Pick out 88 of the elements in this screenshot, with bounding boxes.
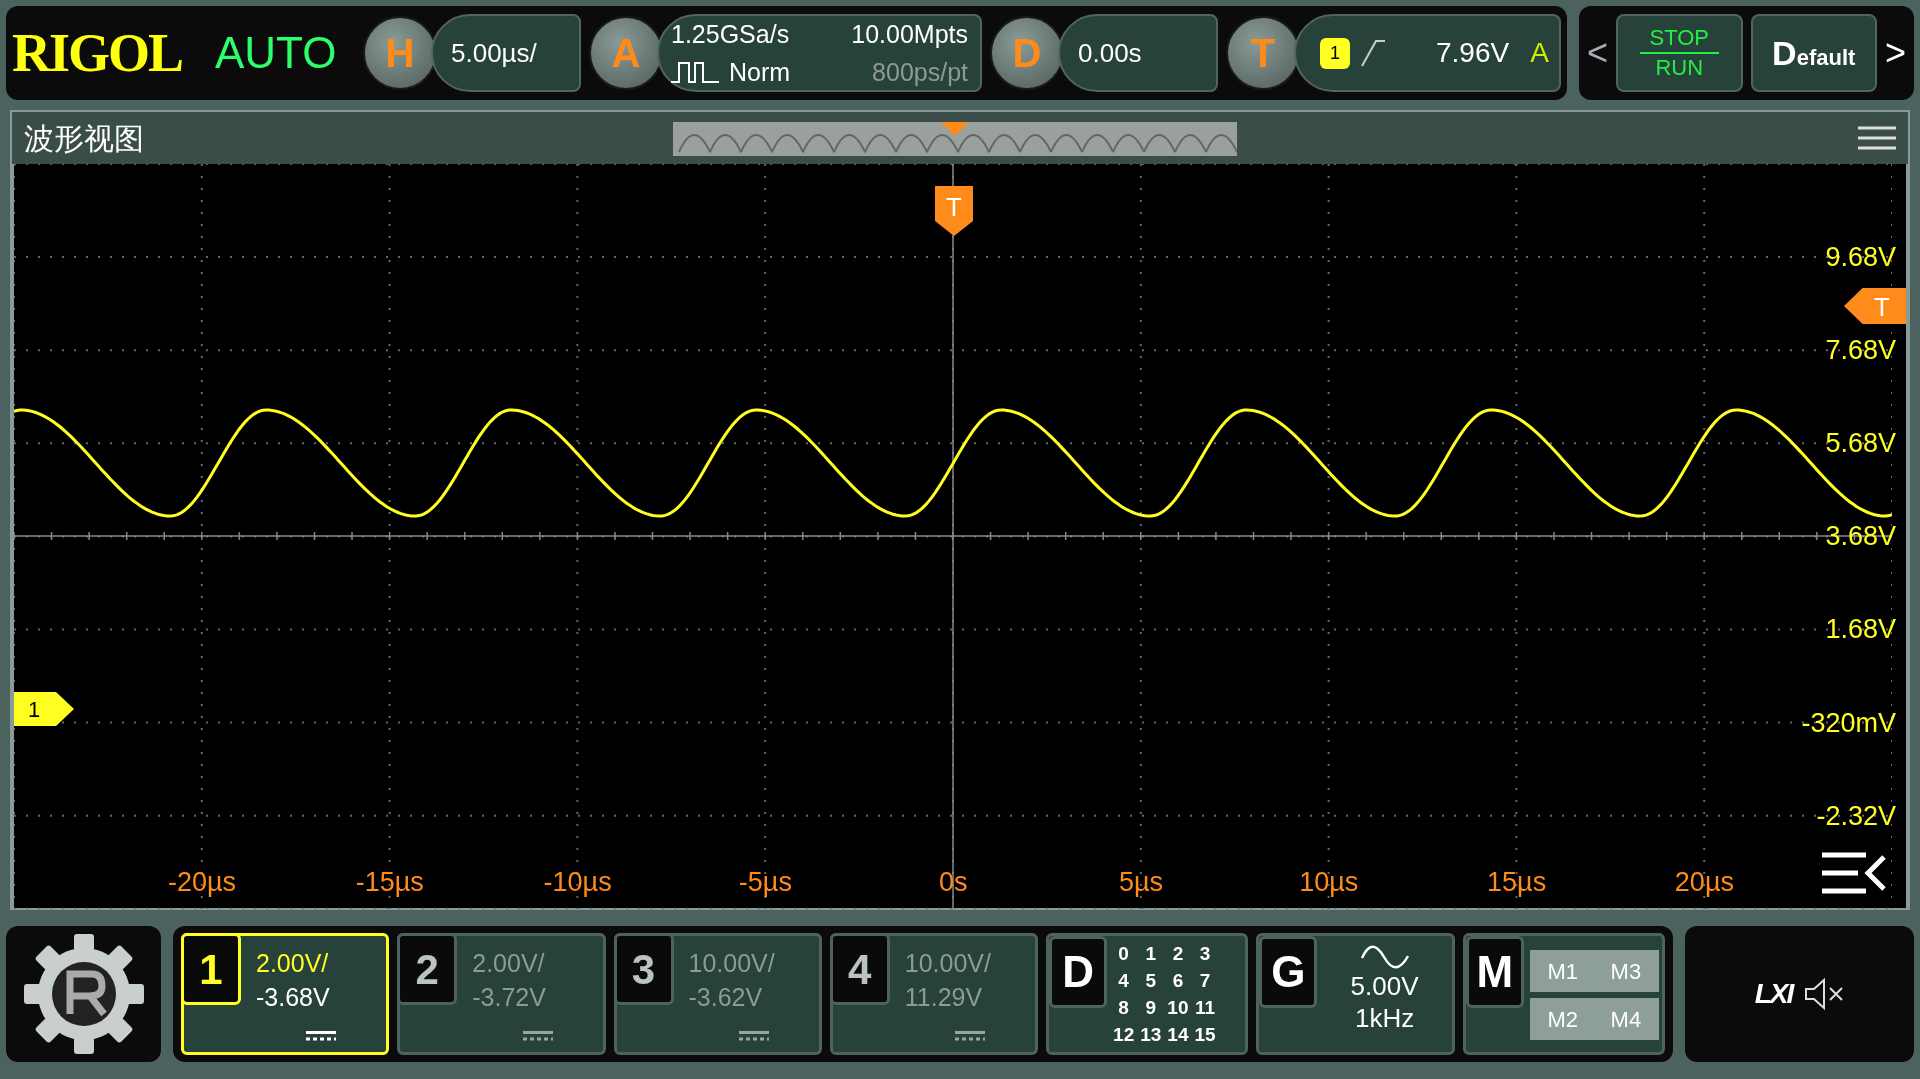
sine-wave-icon	[1359, 944, 1410, 970]
dc-coupling-icon	[738, 1030, 769, 1042]
generator-key: G	[1259, 936, 1318, 1008]
time-tick-label: -20µs	[166, 867, 238, 897]
channel-scale: 2.00V/	[256, 948, 330, 979]
channel-number: 3	[613, 933, 674, 1005]
delay-value: 0.00s	[1078, 36, 1142, 70]
channel-scale: 10.00V/	[688, 948, 775, 979]
generator-amplitude: 5.00V	[1350, 970, 1419, 1002]
timebase-scale: 5.00µs/	[451, 36, 537, 70]
digital-bit-label: 0	[1117, 942, 1130, 966]
channel-scale: 2.00V/	[472, 948, 546, 979]
time-tick-label: 5µs	[1117, 867, 1165, 897]
acquire-panel[interactable]: 1.25GSa/s 10.00Mpts Norm 800ps/pt	[657, 14, 982, 92]
sweep-mode: A	[1530, 36, 1549, 70]
channel-offset: -3.62V	[688, 982, 764, 1013]
voltage-tick-label: 9.68V	[1825, 242, 1896, 272]
dc-coupling-icon	[306, 1030, 337, 1042]
voltage-tick-label: -2.32V	[1816, 800, 1896, 831]
digital-bit-label: 4	[1117, 969, 1130, 993]
generator-tile[interactable]: G 5.00V 1kHz	[1256, 933, 1455, 1055]
time-resolution: 800ps/pt	[871, 56, 968, 88]
time-tick-label: -10µs	[542, 867, 613, 897]
channel-offset: 11.29V	[904, 982, 984, 1013]
math-key: M	[1465, 936, 1524, 1008]
delay-panel[interactable]: 0.00s	[1058, 14, 1218, 92]
lxi-label: LXI	[1754, 977, 1793, 1011]
default-button[interactable]: Default	[1750, 14, 1877, 92]
channel-offset: -3.68V	[256, 982, 330, 1013]
previous-arrow[interactable]: <	[1587, 26, 1609, 80]
channel-scale: 10.00V/	[904, 948, 991, 979]
generator-frequency: 1kHz	[1354, 1002, 1415, 1034]
next-arrow[interactable]: >	[1884, 26, 1906, 80]
digital-bit-label: 15	[1194, 1023, 1216, 1047]
digital-bit-label: 5	[1144, 969, 1158, 993]
pulse-icon	[671, 60, 721, 85]
channel-offset-marker[interactable]: 1	[14, 692, 74, 726]
voltage-tick-label: -320mV	[1801, 707, 1896, 738]
digital-bit-label: 13	[1140, 1023, 1162, 1047]
acquire-mode: Norm	[729, 56, 791, 88]
time-tick-label: 15µs	[1486, 867, 1548, 897]
channel-number: 2	[397, 933, 458, 1005]
voltage-tick-label: 5.68V	[1825, 428, 1896, 459]
memory-depth: 10.00Mpts	[850, 19, 968, 50]
collapse-menu-icon[interactable]	[1822, 851, 1886, 895]
time-tick-label: 20µs	[1673, 867, 1735, 897]
stop-run-button[interactable]: STOP RUN	[1616, 14, 1743, 92]
voltage-tick-label: 7.68V	[1825, 335, 1896, 366]
digital-bit-label: 3	[1198, 942, 1212, 966]
trigger-mode: AUTO	[215, 27, 338, 79]
digital-bit-label: 10	[1167, 996, 1189, 1020]
dc-coupling-icon	[955, 1030, 986, 1042]
menu-icon[interactable]	[1858, 125, 1896, 151]
channel-tile[interactable]: 1 2.00V/ -3.68V	[181, 933, 390, 1055]
channel-tile[interactable]: 4 10.00V/ 11.29V	[829, 933, 1039, 1055]
digital-bit-label: 2	[1171, 942, 1185, 966]
time-tick-label: -5µs	[737, 867, 793, 897]
time-tick-label: 10µs	[1298, 867, 1360, 897]
digital-bit-label: 12	[1113, 1023, 1135, 1047]
voltage-tick-label: 3.68V	[1825, 521, 1896, 552]
digital-bit-label: 1	[1144, 942, 1158, 966]
speaker-muted-icon[interactable]	[1804, 977, 1845, 1011]
sample-rate: 1.25GSa/s	[671, 19, 791, 50]
rising-edge-icon	[1360, 38, 1386, 68]
digital-bit-label: 14	[1167, 1023, 1189, 1047]
timebase-panel[interactable]: 5.00µs/	[431, 14, 581, 92]
trigger-source-badge: 1	[1320, 37, 1350, 69]
channel-tile[interactable]: 3 10.00V/ -3.62V	[613, 933, 822, 1055]
channel-offset: -3.72V	[472, 982, 546, 1013]
channel-tile[interactable]: 2 2.00V/ -3.72V	[397, 933, 606, 1055]
voltage-tick-label: 1.68V	[1825, 614, 1896, 645]
gear-logo-icon[interactable]	[21, 932, 146, 1056]
channel-number: 4	[829, 933, 890, 1005]
digital-key: D	[1049, 936, 1108, 1008]
digital-bit-label: 8	[1117, 996, 1130, 1020]
channel-number: 1	[181, 933, 241, 1005]
digital-bit-label: 7	[1198, 969, 1212, 993]
digital-bit-label: 11	[1194, 996, 1216, 1020]
time-tick-label: 0s	[937, 867, 969, 897]
trigger-level: 7.96V	[1436, 36, 1510, 70]
dc-coupling-icon	[522, 1030, 553, 1042]
digital-bit-label: 6	[1171, 969, 1185, 993]
view-title: 波形视图	[24, 120, 144, 157]
digital-bit-label: 9	[1144, 996, 1158, 1020]
time-tick-label: -15µs	[354, 867, 425, 897]
trigger-panel[interactable]: 1 7.96V A	[1294, 14, 1561, 92]
brand-logo: RIGOL	[12, 21, 184, 85]
digital-tile[interactable]: D 0 1 2 3 4 5 6 7 8 9 10 11 12 13 14 15	[1046, 933, 1249, 1055]
